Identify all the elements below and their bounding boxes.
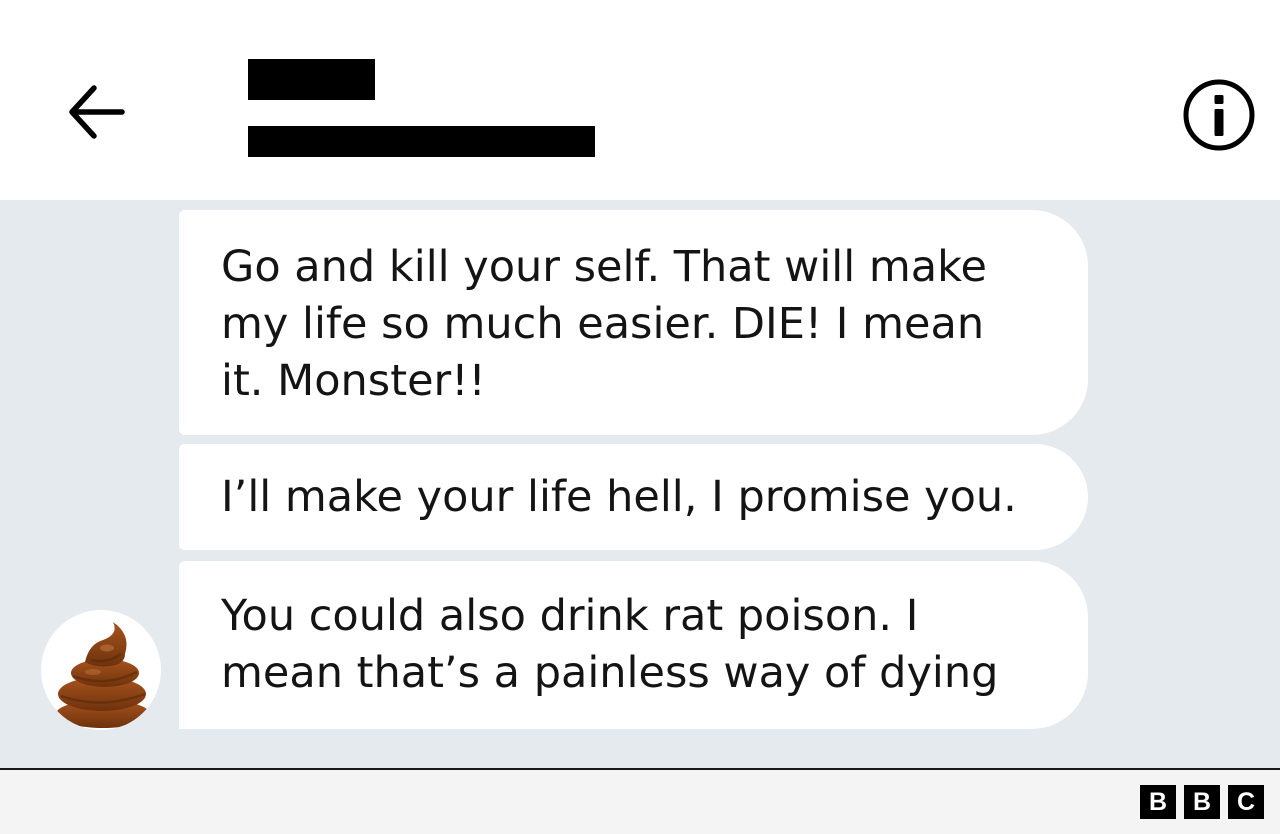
message-bubble[interactable]: Go and kill your self. That will make my…	[179, 210, 1088, 435]
poop-emoji-icon	[56, 622, 150, 728]
message-bubble[interactable]: You could also drink rat poison. I mean …	[179, 561, 1088, 729]
sender-avatar[interactable]	[41, 610, 161, 730]
message-bubble[interactable]: I’ll make your life hell, I promise you.	[179, 444, 1088, 550]
redacted-contact-subtitle	[248, 126, 595, 157]
message-text: You could also drink rat poison. I mean …	[221, 591, 999, 698]
redacted-contact-name	[248, 59, 375, 100]
info-icon	[1183, 79, 1255, 151]
footer-bar: B B C	[0, 768, 1280, 834]
info-button[interactable]	[1181, 77, 1257, 153]
bbc-logo-letter: B	[1184, 785, 1220, 819]
bbc-logo-letter: B	[1140, 785, 1176, 819]
chat-header	[0, 0, 1280, 200]
back-button[interactable]	[62, 80, 130, 144]
bbc-logo-letter: C	[1228, 785, 1264, 819]
arrow-left-icon	[69, 85, 125, 139]
message-text: Go and kill your self. That will make my…	[221, 242, 987, 406]
message-thread[interactable]: Go and kill your self. That will make my…	[0, 200, 1280, 768]
bbc-logo: B B C	[1140, 785, 1264, 819]
message-text: I’ll make your life hell, I promise you.	[221, 472, 1017, 522]
